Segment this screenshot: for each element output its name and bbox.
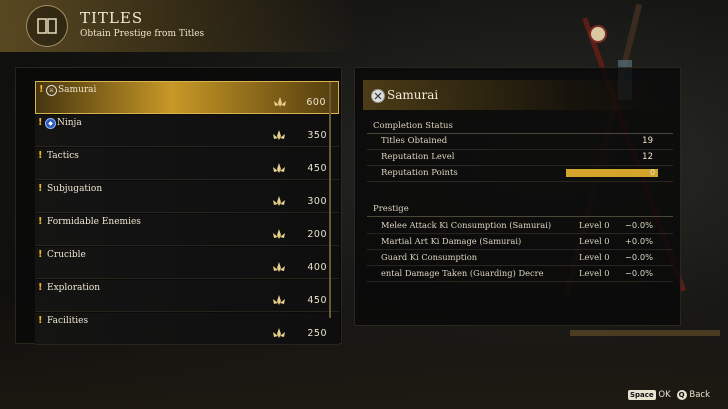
lotus-icon: [273, 262, 285, 272]
title-row-crucible[interactable]: ! Crucible 400: [35, 247, 339, 279]
title-row-ninja[interactable]: ! ◆ Ninja 350: [35, 115, 339, 147]
samurai-crest-icon: [371, 89, 385, 103]
title-name: Ninja: [57, 118, 82, 128]
completion-status-label: Completion Status: [373, 121, 453, 131]
stat-reputation-points: Reputation Points 0: [367, 167, 673, 182]
prestige-row: Guard Ki Consumption Level 0 −0.0%: [367, 251, 673, 266]
title-value: 350: [307, 130, 327, 141]
q-key-icon: Q: [676, 390, 687, 400]
alert-icon: !: [38, 216, 43, 227]
prestige-level: Level 0: [579, 220, 610, 230]
ninja-crest-icon: ◆: [45, 118, 56, 129]
prestige-label: Prestige: [373, 204, 409, 214]
lotus-icon: [273, 196, 285, 206]
stat-reputation-level: Reputation Level 12: [367, 151, 673, 166]
title-row-formidable-enemies[interactable]: ! Formidable Enemies 200: [35, 214, 339, 246]
title-name: Exploration: [47, 283, 101, 293]
title-name: Crucible: [47, 250, 86, 260]
detail-title: Samurai: [387, 88, 439, 102]
page-subtitle: Obtain Prestige from Titles: [80, 29, 205, 39]
stat-label: Reputation Points: [381, 168, 458, 178]
title-value: 400: [307, 262, 327, 273]
prestige-percent: −0.0%: [624, 252, 653, 262]
title-value: 600: [306, 97, 326, 108]
title-detail-panel: Samurai Completion Status Titles Obtaine…: [354, 67, 681, 326]
alert-icon: !: [39, 84, 44, 95]
stat-label: Titles Obtained: [381, 136, 448, 146]
stat-label: Reputation Level: [381, 152, 455, 162]
title-row-exploration[interactable]: ! Exploration 450: [35, 280, 339, 312]
title-name: Tactics: [47, 151, 79, 161]
title-name: Formidable Enemies: [47, 217, 141, 227]
page-title: TITLES: [80, 9, 144, 27]
titles-list: ! ⚔ Samurai 600 ! ◆ Ninja 350 ! Tactics …: [35, 81, 339, 346]
title-row-subjugation[interactable]: ! Subjugation 300: [35, 181, 339, 213]
title-value: 450: [307, 295, 327, 306]
alert-icon: !: [38, 150, 43, 161]
back-label: Back: [689, 390, 710, 400]
footer-controls: Space OK Q Back: [628, 390, 710, 400]
ok-label: OK: [658, 390, 671, 400]
title-row-tactics[interactable]: ! Tactics 450: [35, 148, 339, 180]
lotus-icon: [273, 295, 285, 305]
titles-emblem-icon: [26, 5, 68, 47]
title-name: Facilities: [47, 316, 89, 326]
alert-icon: !: [38, 117, 43, 128]
titles-list-panel: ! ⚔ Samurai 600 ! ◆ Ninja 350 ! Tactics …: [15, 67, 342, 346]
prestige-row: ental Damage Taken (Guarding) Decre Leve…: [367, 267, 673, 282]
reputation-progress-bar: [566, 169, 658, 177]
title-name: Samurai: [58, 85, 97, 95]
ok-control[interactable]: Space OK: [628, 390, 671, 400]
stat-value: 19: [642, 136, 653, 146]
lotus-icon: [273, 328, 285, 338]
prestige-row: Melee Attack Ki Consumption (Samurai) Le…: [367, 219, 673, 234]
prestige-percent: −0.0%: [624, 220, 653, 230]
stat-value: 12: [642, 152, 653, 162]
prestige-level: Level 0: [579, 236, 610, 246]
alert-icon: !: [38, 282, 43, 293]
title-value: 450: [307, 163, 327, 174]
alert-icon: !: [38, 183, 43, 194]
space-key-icon: Space: [628, 390, 656, 400]
back-control[interactable]: Q Back: [676, 390, 710, 400]
title-name: Subjugation: [47, 184, 103, 194]
title-value: 300: [307, 196, 327, 207]
lotus-icon: [273, 163, 285, 173]
lotus-icon: [274, 97, 286, 107]
lotus-icon: [273, 130, 285, 140]
prestige-level: Level 0: [579, 252, 610, 262]
prestige-effect: Guard Ki Consumption: [381, 252, 478, 262]
prestige-effect: Martial Art Ki Damage (Samurai): [381, 236, 522, 246]
prestige-level: Level 0: [579, 268, 610, 278]
prestige-effect: Melee Attack Ki Consumption (Samurai): [381, 220, 552, 230]
prestige-effect: ental Damage Taken (Guarding) Decre: [381, 268, 544, 278]
prestige-row: Martial Art Ki Damage (Samurai) Level 0 …: [367, 235, 673, 250]
samurai-crest-icon: ⚔: [46, 85, 57, 96]
title-value: 200: [307, 229, 327, 240]
alert-icon: !: [38, 249, 43, 260]
stat-titles-obtained: Titles Obtained 19: [367, 135, 673, 150]
title-row-samurai[interactable]: ! ⚔ Samurai 600: [35, 81, 339, 114]
prestige-percent: +0.0%: [624, 236, 653, 246]
lotus-icon: [273, 229, 285, 239]
alert-icon: !: [38, 315, 43, 326]
header-banner: TITLES Obtain Prestige from Titles: [0, 0, 360, 52]
section-divider: [367, 133, 673, 134]
stat-value: 0: [650, 168, 656, 177]
section-divider: [367, 216, 673, 217]
title-value: 250: [307, 328, 327, 339]
prestige-percent: −0.0%: [624, 268, 653, 278]
list-scrollbar[interactable]: [329, 82, 331, 318]
title-row-facilities[interactable]: ! Facilities 250: [35, 313, 339, 345]
